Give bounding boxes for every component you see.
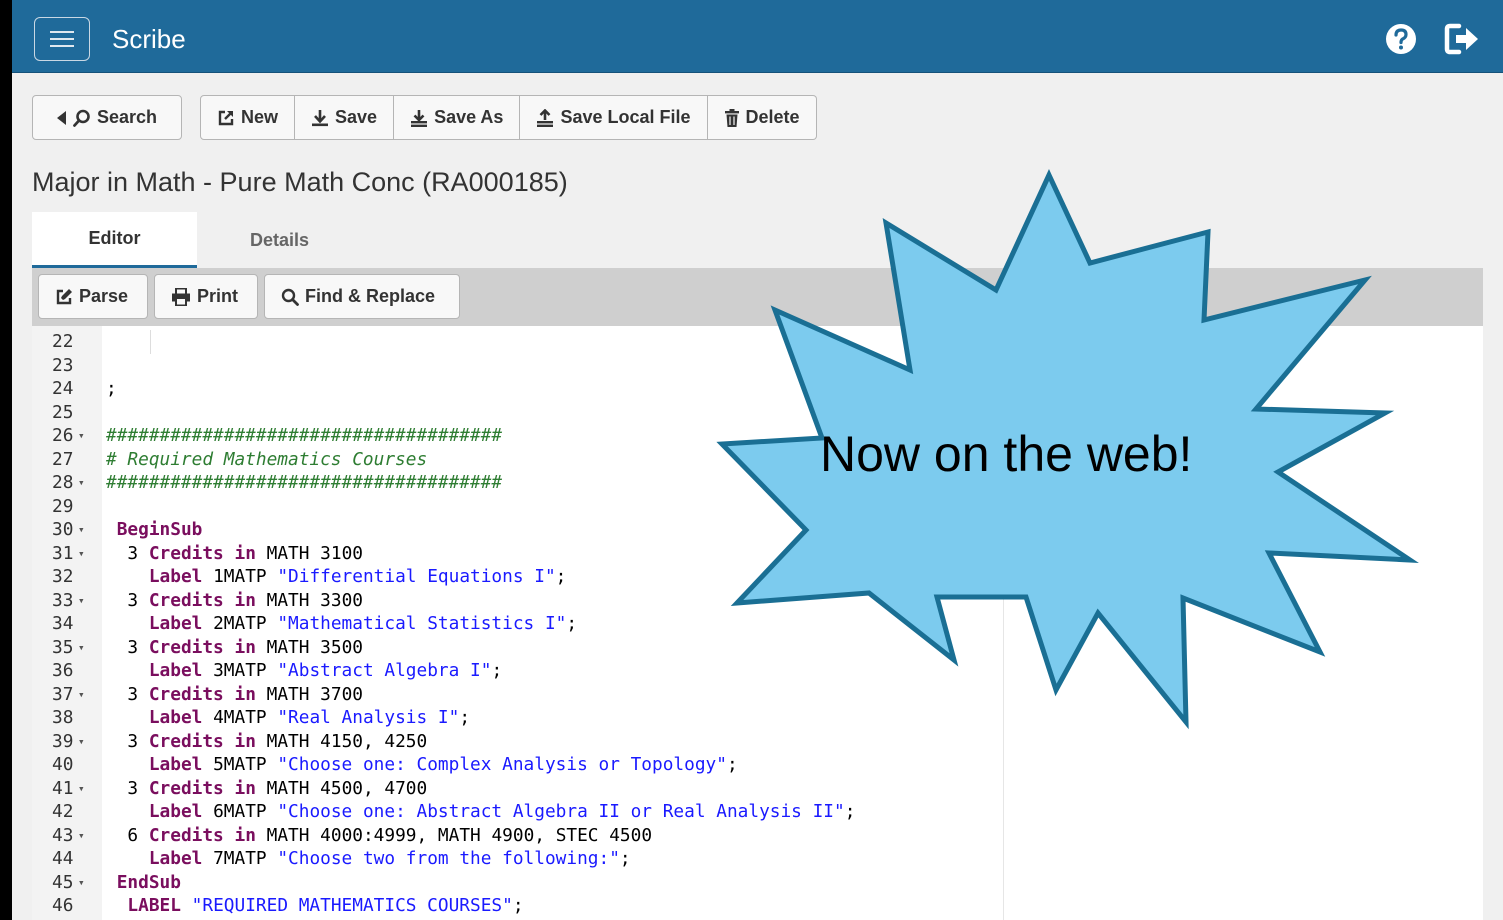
starburst-callout <box>716 169 1419 730</box>
callout-text: Now on the web! <box>820 426 1193 482</box>
